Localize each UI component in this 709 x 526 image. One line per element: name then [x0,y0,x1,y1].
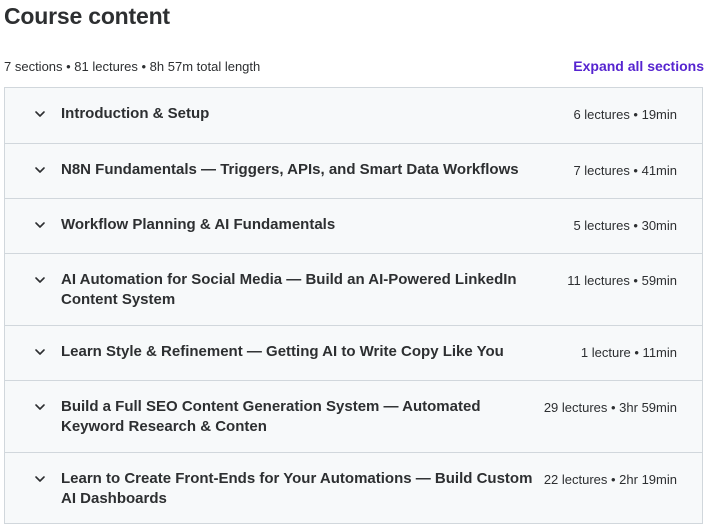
chevron-down-icon [34,473,46,485]
section-meta: 22 lectures • 2hr 19min [543,472,677,487]
section-header-3[interactable]: Workflow Planning & AI Fundamentals 5 le… [5,199,702,254]
section-meta: 11 lectures • 59min [567,273,677,288]
sections-list: Introduction & Setup 6 lectures • 19min … [4,87,703,524]
course-summary: 7 sections • 81 lectures • 8h 57m total … [4,59,261,74]
section-title: Introduction & Setup [61,105,210,122]
section-meta: 29 lectures • 3hr 59min [543,400,677,415]
section-header-4[interactable]: AI Automation for Social Media — Build a… [5,254,702,326]
page-title: Course content [4,3,170,29]
section-title: Build a Full SEO Content Generation Syst… [61,398,481,435]
chevron-down-icon [34,346,46,358]
chevron-down-icon [34,274,46,286]
section-header-5[interactable]: Learn Style & Refinement — Getting AI to… [5,326,702,381]
section-title: Learn Style & Refinement — Getting AI to… [61,343,504,360]
section-meta: 5 lectures • 30min [573,218,677,233]
section-header-2[interactable]: N8N Fundamentals — Triggers, APIs, and S… [5,144,702,199]
section-header-7[interactable]: Learn to Create Front-Ends for Your Auto… [5,453,702,523]
section-meta: 6 lectures • 19min [573,107,677,122]
chevron-down-icon [34,164,46,176]
chevron-down-icon [34,108,46,120]
section-meta: 1 lecture • 11min [580,345,677,360]
chevron-down-icon [34,219,46,231]
section-title: Workflow Planning & AI Fundamentals [61,216,336,233]
section-title: N8N Fundamentals — Triggers, APIs, and S… [61,161,519,178]
expand-all-sections-button[interactable]: Expand all sections [573,58,704,74]
section-header-6[interactable]: Build a Full SEO Content Generation Syst… [5,381,702,453]
course-summary-row: 7 sections • 81 lectures • 8h 57m total … [4,57,704,77]
chevron-down-icon [34,401,46,413]
section-title: Learn to Create Front-Ends for Your Auto… [61,470,533,507]
section-meta: 7 lectures • 41min [573,163,677,178]
section-header-1[interactable]: Introduction & Setup 6 lectures • 19min [5,88,702,144]
section-title: AI Automation for Social Media — Build a… [61,271,517,308]
